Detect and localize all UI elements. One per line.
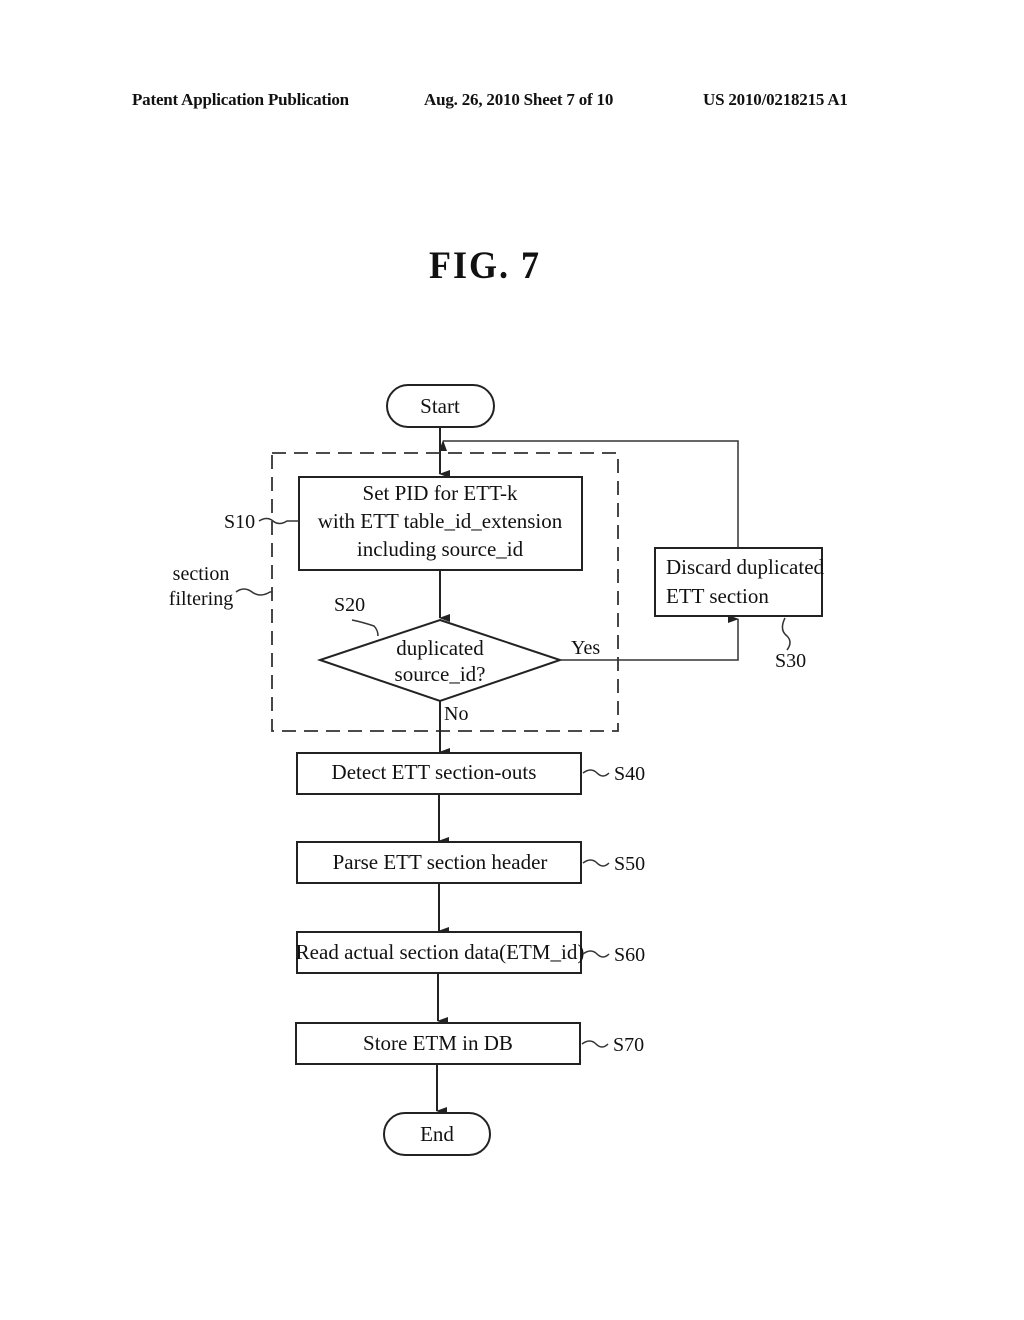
- step-s60: Read actual section data(ETM_id): [296, 931, 585, 974]
- s20-leader: [351, 619, 379, 637]
- start-terminator: Start: [386, 384, 495, 428]
- s60-leader: [582, 950, 610, 958]
- step-s20-decision: duplicated source_id?: [316, 618, 564, 703]
- section-filtering-label-line1: section: [173, 563, 230, 585]
- section-filtering-leader: [235, 588, 272, 596]
- s50-text: Parse ETT section header: [333, 850, 548, 874]
- s30-leader: [781, 617, 791, 651]
- s10-leader: [258, 517, 299, 525]
- s60-text: Read actual section data(ETM_id): [296, 940, 585, 964]
- s30-text-line2: ETT section: [666, 584, 769, 608]
- no-label: No: [444, 703, 468, 725]
- end-label: End: [420, 1122, 454, 1146]
- s40-step-id: S40: [614, 763, 645, 785]
- s10-text-line2: with ETT table_id_extension: [318, 509, 563, 533]
- s10-step-id: S10: [224, 511, 255, 533]
- s60-step-id: S60: [614, 944, 645, 966]
- s50-step-id: S50: [614, 853, 645, 875]
- s70-step-id: S70: [613, 1034, 644, 1056]
- s70-leader: [581, 1040, 609, 1048]
- yes-label: Yes: [571, 637, 600, 659]
- section-filtering-label-line2: filtering: [169, 588, 233, 610]
- step-s40: Detect ETT section-outs: [296, 752, 582, 795]
- s20-diamond: [316, 618, 564, 703]
- s40-text: Detect ETT section-outs: [332, 760, 537, 784]
- s40-leader: [582, 769, 610, 777]
- end-terminator: End: [383, 1112, 491, 1156]
- s30-step-id: S30: [775, 650, 806, 672]
- step-s30: Discard duplicated ETT section: [654, 547, 825, 617]
- s10-text-line3: including source_id: [357, 537, 524, 561]
- s20-text-line1: duplicated: [396, 636, 484, 660]
- s10-text-line1: Set PID for ETT-k: [363, 481, 518, 505]
- step-s50: Parse ETT section header: [296, 841, 582, 884]
- step-s10: Set PID for ETT-k with ETT table_id_exte…: [298, 476, 583, 571]
- s20-step-id: S20: [334, 594, 365, 616]
- step-s70: Store ETM in DB: [295, 1022, 581, 1065]
- s50-leader: [582, 859, 610, 867]
- s30-text-line1: Discard duplicated: [666, 555, 825, 579]
- start-label: Start: [420, 394, 460, 418]
- s20-text-line2: source_id?: [395, 662, 486, 686]
- flowchart: Start section filtering Set PID for ETT-…: [169, 384, 825, 1156]
- s70-text: Store ETM in DB: [363, 1031, 513, 1055]
